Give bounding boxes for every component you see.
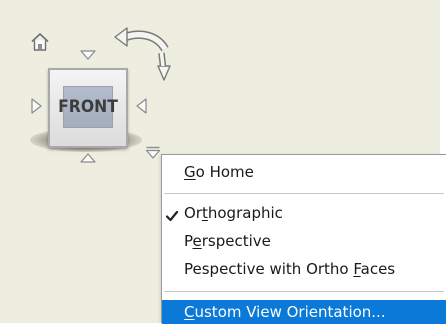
triangle-left-icon[interactable] [136, 98, 147, 114]
triangle-down-icon[interactable] [80, 50, 96, 60]
menu-dropdown-icon[interactable] [145, 146, 161, 159]
menu-item-orthographic[interactable]: Orthographic [162, 201, 446, 225]
menu-item-label: Custom View Orientation... [184, 303, 386, 321]
checkmark-icon [165, 206, 179, 222]
menu-item-perspective[interactable]: Perspective [162, 229, 446, 253]
home-icon[interactable] [29, 31, 51, 53]
menu-item-go-home[interactable]: Go Home [162, 160, 446, 184]
menu-separator [164, 193, 444, 194]
menu-item-label: Go Home [184, 163, 254, 181]
triangle-right-icon[interactable] [31, 98, 42, 114]
menu-item-label: Orthographic [184, 204, 283, 222]
menu-item-label: Pespective with Ortho Faces [184, 260, 396, 278]
menu-separator [164, 291, 444, 292]
menu-item-label: Perspective [184, 232, 271, 250]
menu-item-custom-view-orientation[interactable]: Custom View Orientation... [162, 300, 446, 324]
viewcube[interactable]: FRONT [48, 68, 128, 148]
context-menu: Go Home Orthographic Perspective Pespect… [161, 154, 446, 324]
triangle-up-icon[interactable] [80, 153, 96, 163]
menu-item-perspective-ortho-faces[interactable]: Pespective with Ortho Faces [162, 257, 446, 281]
viewcube-face-label: FRONT [58, 97, 118, 117]
